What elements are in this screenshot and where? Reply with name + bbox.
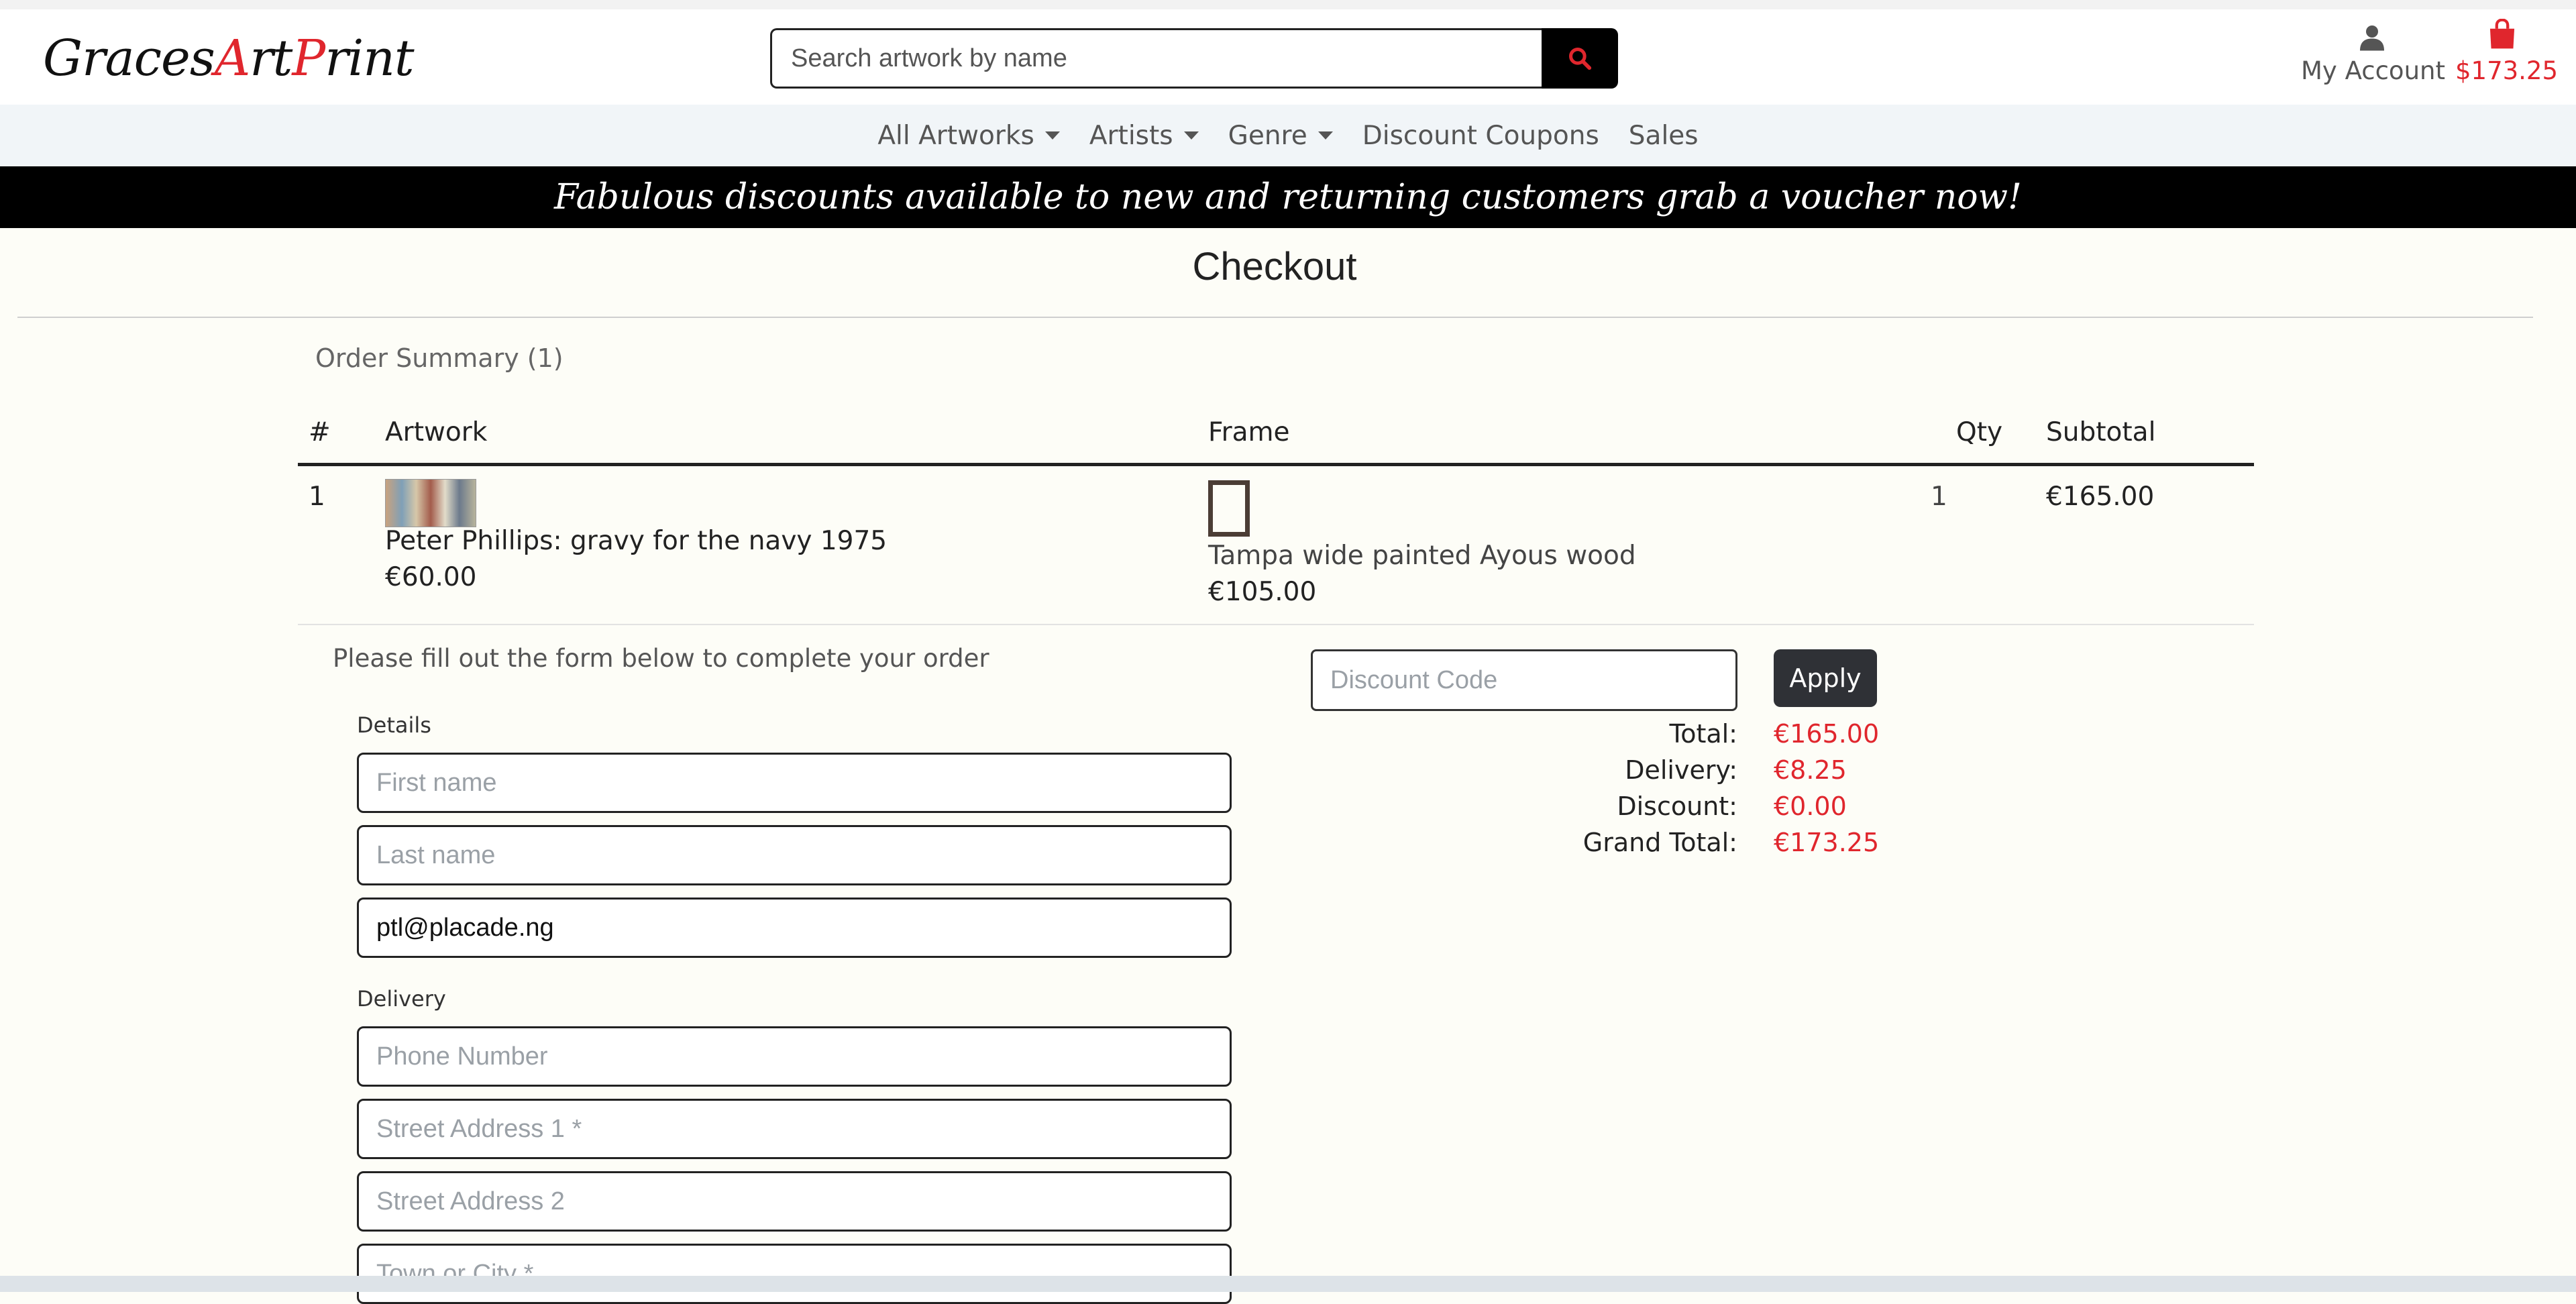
shopping-bag-icon bbox=[2489, 18, 2515, 49]
main-nav: All Artworks Artists Genre Discount Coup… bbox=[0, 105, 2576, 166]
nav-discount-coupons[interactable]: Discount Coupons bbox=[1348, 121, 1614, 151]
nav-genre-label: Genre bbox=[1228, 120, 1307, 151]
discount-row: Discount: €0.00 bbox=[1409, 792, 1878, 828]
artwork-price: €60.00 bbox=[385, 562, 477, 592]
nav-artists[interactable]: Artists bbox=[1075, 121, 1214, 151]
column-header-frame: Frame bbox=[1208, 417, 1290, 447]
frame-price: €105.00 bbox=[1208, 577, 1317, 607]
artwork-thumbnail[interactable] bbox=[385, 479, 476, 527]
item-subtotal: €165.00 bbox=[2046, 482, 2155, 512]
chevron-down-icon bbox=[1183, 131, 1199, 140]
artwork-name: Peter Phillips: gravy for the navy 1975 bbox=[385, 526, 888, 556]
browser-bottom-strip bbox=[0, 1276, 2576, 1292]
town-or-city-field[interactable] bbox=[357, 1244, 1232, 1304]
total-label: Total: bbox=[1669, 719, 1737, 749]
frame-name: Tampa wide painted Ayous wood bbox=[1208, 541, 1636, 571]
title-divider bbox=[17, 317, 2533, 318]
delivery-row: Delivery: €8.25 bbox=[1409, 755, 1878, 792]
item-qty: 1 bbox=[1931, 482, 1947, 512]
nav-sales[interactable]: Sales bbox=[1614, 121, 1713, 151]
logo-text-graces: Graces bbox=[43, 30, 215, 87]
grand-total-row: Grand Total: €173.25 bbox=[1409, 828, 1880, 864]
logo-letter-p: P bbox=[292, 30, 325, 87]
first-name-field[interactable] bbox=[357, 753, 1232, 813]
site-logo[interactable]: GracesArtPrint bbox=[43, 30, 415, 87]
email-field[interactable] bbox=[357, 898, 1232, 958]
nav-artists-label: Artists bbox=[1089, 120, 1173, 151]
column-header-subtotal: Subtotal bbox=[2046, 417, 2156, 447]
details-section-label: Details bbox=[357, 712, 431, 738]
search-input[interactable] bbox=[770, 28, 1542, 89]
column-header-qty: Qty bbox=[1956, 417, 2003, 447]
my-account-label: My Account bbox=[2301, 56, 2445, 85]
search-icon bbox=[1569, 48, 1592, 70]
delivery-section-label: Delivery bbox=[357, 986, 446, 1012]
user-icon bbox=[2360, 25, 2384, 51]
search-button[interactable] bbox=[1542, 28, 1618, 89]
cart-total: $173.25 bbox=[2455, 56, 2559, 85]
discount-value: €0.00 bbox=[1774, 792, 1847, 821]
nav-all-artworks[interactable]: All Artworks bbox=[863, 121, 1074, 151]
form-intro-text: Please fill out the form below to comple… bbox=[333, 644, 989, 673]
row-number: 1 bbox=[309, 482, 325, 512]
column-header-number: # bbox=[309, 417, 331, 447]
cart-link[interactable]: $173.25 bbox=[2455, 18, 2559, 85]
discount-code-input[interactable] bbox=[1311, 649, 1737, 711]
delivery-label: Delivery: bbox=[1625, 755, 1737, 785]
page-title: Checkout bbox=[1192, 245, 1357, 288]
nav-all-artworks-label: All Artworks bbox=[877, 120, 1034, 151]
phone-number-field[interactable] bbox=[357, 1026, 1232, 1087]
chevron-down-icon bbox=[1318, 131, 1333, 140]
chevron-down-icon bbox=[1044, 131, 1060, 140]
order-summary-label: Order Summary (1) bbox=[315, 343, 564, 373]
grand-total-label: Grand Total: bbox=[1582, 828, 1737, 857]
nav-sales-label: Sales bbox=[1628, 120, 1699, 151]
street-address-2-field[interactable] bbox=[357, 1171, 1232, 1232]
street-address-1-field[interactable] bbox=[357, 1099, 1232, 1159]
logo-text-rint: rint bbox=[325, 30, 414, 87]
promo-banner-text: Fabulous discounts available to new and … bbox=[554, 177, 2022, 217]
grand-total-value: €173.25 bbox=[1774, 828, 1880, 857]
nav-genre[interactable]: Genre bbox=[1214, 121, 1348, 151]
row-divider bbox=[298, 624, 2254, 625]
apply-discount-button[interactable]: Apply bbox=[1774, 649, 1877, 707]
logo-text-rt: rt bbox=[250, 30, 292, 87]
frame-thumbnail bbox=[1208, 480, 1250, 537]
my-account-link[interactable]: My Account bbox=[2301, 24, 2445, 85]
delivery-value: €8.25 bbox=[1774, 755, 1847, 785]
site-header: GracesArtPrint My Account $173.25 bbox=[0, 9, 2576, 105]
discount-label: Discount: bbox=[1617, 792, 1737, 821]
table-header-divider bbox=[298, 463, 2254, 466]
nav-discount-coupons-label: Discount Coupons bbox=[1362, 120, 1599, 151]
total-value: €165.00 bbox=[1774, 719, 1880, 749]
last-name-field[interactable] bbox=[357, 825, 1232, 885]
column-header-artwork: Artwork bbox=[385, 417, 488, 447]
search-bar bbox=[770, 28, 1618, 89]
logo-letter-a: A bbox=[214, 30, 250, 87]
promo-banner: Fabulous discounts available to new and … bbox=[0, 166, 2576, 228]
total-row: Total: €165.00 bbox=[1409, 719, 1880, 755]
